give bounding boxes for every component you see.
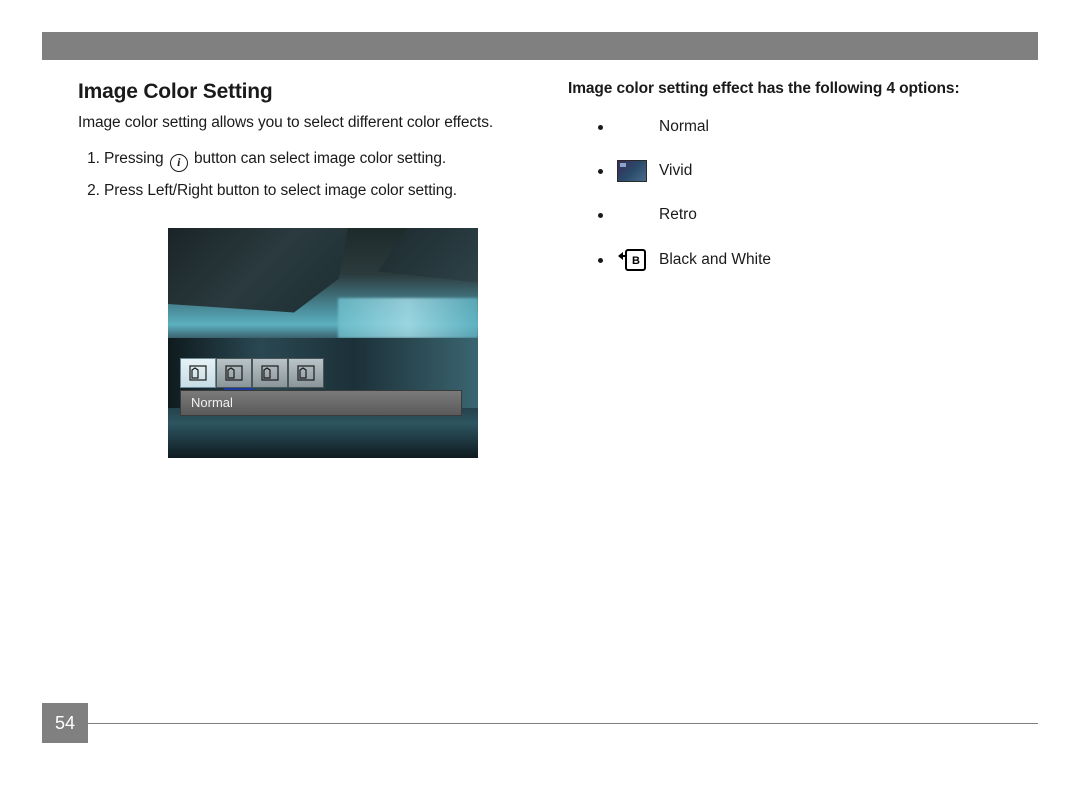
color-setting-overlay: Normal: [180, 358, 462, 418]
color-option-bw-icon: [288, 358, 324, 388]
option-retro-label: Retro: [659, 206, 697, 224]
step-2: Press Left/Right button to select image …: [104, 182, 538, 200]
step-1: Pressing i button can select image color…: [104, 150, 538, 172]
option-vivid-label: Vivid: [659, 162, 692, 180]
bullet-icon: [598, 258, 603, 263]
bullet-icon: [598, 125, 603, 130]
bullet-icon: [598, 169, 603, 174]
color-option-vivid-icon: [216, 358, 252, 388]
option-normal-thumb: [617, 116, 647, 138]
color-option-icons: [180, 358, 462, 388]
right-column: Image color setting effect has the follo…: [568, 80, 1030, 458]
step-1-post: button can select image color setting.: [194, 150, 446, 167]
color-option-normal-icon: [180, 358, 216, 388]
instruction-list: Pressing i button can select image color…: [78, 150, 538, 200]
footer-divider: [88, 723, 1038, 725]
option-normal-label: Normal: [659, 118, 709, 136]
info-button-icon: i: [170, 154, 188, 172]
section-heading: Image Color Setting: [78, 80, 538, 104]
color-option-label: Normal: [180, 390, 462, 416]
left-column: Image Color Setting Image color setting …: [78, 80, 538, 458]
step-1-pre: Pressing: [104, 150, 164, 167]
camera-preview-image: Normal: [168, 228, 478, 458]
page-content: Image Color Setting Image color setting …: [78, 80, 1030, 458]
option-bw: B Black and White: [598, 248, 1030, 272]
options-list: Normal Vivid Retro B: [568, 116, 1030, 272]
option-vivid: Vivid: [598, 160, 1030, 182]
intro-text: Image color setting allows you to select…: [78, 114, 538, 132]
option-normal: Normal: [598, 116, 1030, 138]
page-footer: 54: [42, 703, 1038, 743]
option-bw-thumb: B: [617, 248, 647, 272]
option-vivid-thumb: [617, 160, 647, 182]
option-retro-thumb: [617, 204, 647, 226]
svg-text:B: B: [632, 255, 640, 267]
color-option-retro-icon: [252, 358, 288, 388]
page-number: 54: [42, 703, 88, 743]
bullet-icon: [598, 213, 603, 218]
option-retro: Retro: [598, 204, 1030, 226]
options-intro: Image color setting effect has the follo…: [568, 80, 1030, 98]
header-bar: [42, 32, 1038, 60]
option-bw-label: Black and White: [659, 251, 771, 269]
